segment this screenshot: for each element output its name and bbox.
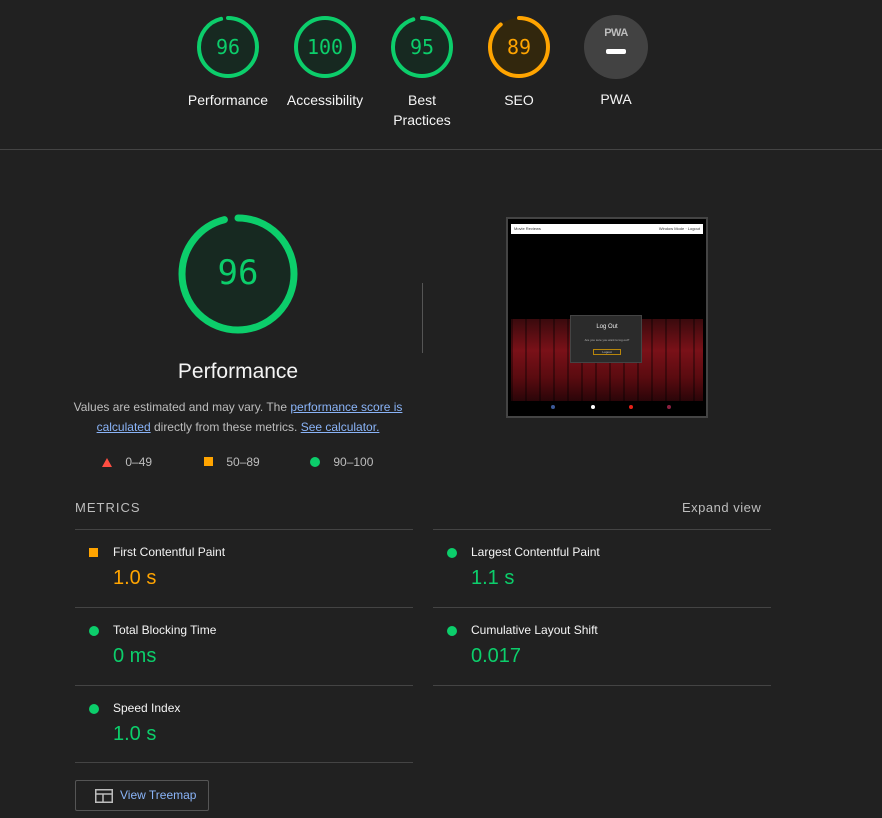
performance-main-gauge: 96 <box>178 214 298 334</box>
youtube-icon <box>629 405 633 409</box>
metrics-heading: METRICS <box>75 500 141 515</box>
metric-name: First Contentful Paint <box>113 545 226 559</box>
desc-text: Values are estimated and may vary. The <box>73 400 291 414</box>
gauge-best-practices[interactable]: 95 Best Practices <box>377 14 467 130</box>
instagram-icon <box>667 405 671 409</box>
legend-fail: 0–49 <box>125 455 153 469</box>
metric-name: Total Blocking Time <box>113 623 217 637</box>
thumb-navbar: Movie Reviews Window Mode · Logout <box>511 224 703 234</box>
expand-view-toggle[interactable]: Expand view <box>682 500 761 515</box>
gauge-score: 96 <box>215 35 241 59</box>
gauge-label: SEO <box>504 92 534 108</box>
gauge-label: PWA <box>600 91 632 107</box>
see-calculator-link[interactable]: See calculator. <box>301 420 380 434</box>
metric-speed-index[interactable]: Speed Index 1.0 s <box>75 686 395 764</box>
average-square-icon <box>204 457 213 466</box>
gauge-seo[interactable]: 89 SEO <box>474 14 564 110</box>
desc-text: directly from these metrics. <box>150 420 301 434</box>
thumb-modal-question: Are you sure you want to log out? <box>584 338 630 342</box>
fail-triangle-icon <box>102 458 112 467</box>
pass-circle-icon <box>89 704 99 714</box>
thumb-nav-links: Window Mode · Logout <box>658 226 700 231</box>
thumb-logout-modal: Log Out Are you sure you want to log out… <box>570 315 642 363</box>
thumb-modal-title: Log Out <box>596 324 618 330</box>
metric-first-contentful-paint[interactable]: First Contentful Paint 1.0 s <box>75 530 395 608</box>
metric-value: 1.1 s <box>471 567 515 589</box>
metric-largest-contentful-paint[interactable]: Largest Contentful Paint 1.1 s <box>433 530 753 608</box>
performance-title: Performance <box>177 360 299 383</box>
gauge-score: 89 <box>506 35 532 59</box>
gauge-score: 95 <box>409 35 435 59</box>
metric-total-blocking-time[interactable]: Total Blocking Time 0 ms <box>75 608 395 686</box>
pass-circle-icon <box>447 626 457 636</box>
legend-pass: 90–100 <box>333 455 374 469</box>
gauge-score: 100 <box>306 35 344 59</box>
score-gauges-bar: 96 Performance 100 Accessibility 95 Best… <box>0 0 882 150</box>
gauge-pwa[interactable]: PWA PWA <box>571 14 661 109</box>
pass-circle-icon <box>89 626 99 636</box>
metric-cumulative-layout-shift[interactable]: Cumulative Layout Shift 0.017 <box>433 608 753 686</box>
treemap-icon <box>95 789 113 803</box>
view-treemap-button[interactable]: View Treemap <box>75 780 209 811</box>
dash-icon <box>606 49 626 54</box>
gauge-label: Accessibility <box>286 92 364 108</box>
average-square-icon <box>89 548 98 557</box>
metric-value: 0.017 <box>471 645 522 667</box>
thumb-brand: Movie Reviews <box>514 226 541 231</box>
metric-divider <box>75 762 413 763</box>
metric-name: Speed Index <box>113 701 181 715</box>
view-treemap-label: View Treemap <box>120 788 197 802</box>
gauge-label: Best Practices <box>393 92 451 128</box>
gauge-performance[interactable]: 96 Performance <box>183 14 273 110</box>
gauge-accessibility[interactable]: 100 Accessibility <box>280 14 370 110</box>
thumb-modal-button: Logout <box>593 349 621 355</box>
metric-name: Cumulative Layout Shift <box>471 623 598 637</box>
metric-divider <box>433 685 771 686</box>
metric-value: 1.0 s <box>113 723 157 745</box>
facebook-icon <box>551 405 555 409</box>
pwa-badge-icon: PWA <box>584 15 648 79</box>
performance-description: Values are estimated and may vary. The p… <box>68 397 408 437</box>
metric-value: 0 ms <box>113 645 157 667</box>
legend-average: 50–89 <box>226 455 260 469</box>
vertical-divider <box>422 283 423 353</box>
gauge-label: Performance <box>187 92 269 108</box>
pass-circle-icon <box>447 548 457 558</box>
final-screenshot-thumbnail[interactable]: Movie Reviews Window Mode · Logout Log O… <box>506 217 708 418</box>
metric-value: 1.0 s <box>113 567 157 589</box>
pwa-badge-text: PWA <box>604 27 628 39</box>
pass-circle-icon <box>310 457 320 467</box>
performance-score: 96 <box>217 253 259 293</box>
thumb-footer <box>511 401 703 413</box>
metric-name: Largest Contentful Paint <box>471 545 600 559</box>
twitter-icon <box>591 405 595 409</box>
